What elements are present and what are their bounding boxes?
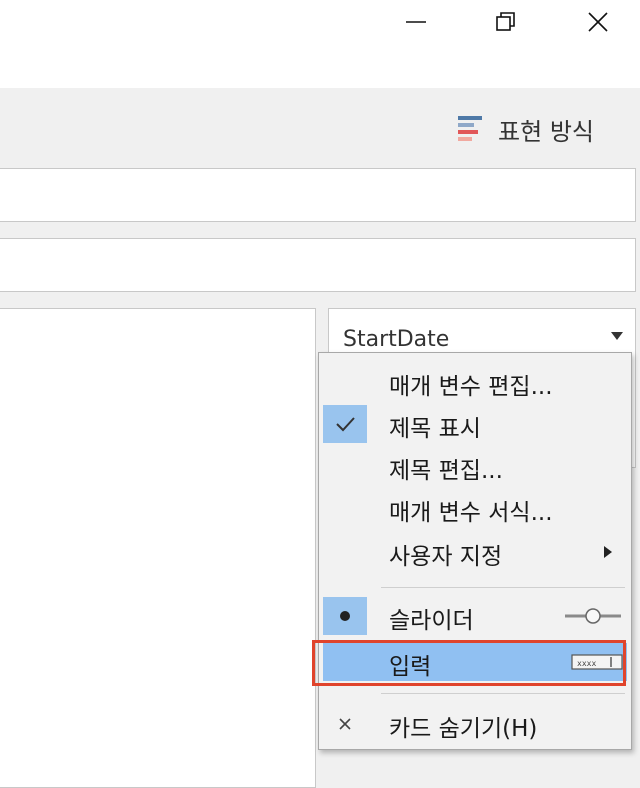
menu-item-slider[interactable]: 슬라이더 (323, 597, 627, 635)
close-icon (339, 718, 351, 730)
menu-check-area (323, 533, 367, 571)
menu-item-label: 입력 (389, 654, 432, 680)
close-button[interactable] (578, 8, 618, 36)
menu-item-label: 슬라이더 (389, 608, 474, 634)
menu-item-label: 제목 표시 (389, 416, 481, 442)
view-canvas[interactable] (0, 308, 316, 788)
menu-item-label: 제목 편집... (389, 458, 503, 484)
submenu-arrow-icon (604, 546, 612, 558)
menu-item-label: 사용자 지정 (389, 544, 503, 570)
restore-button[interactable] (486, 8, 526, 36)
menu-check-area (323, 643, 367, 681)
restore-icon (496, 12, 515, 31)
menu-item-format-parameter[interactable]: 매개 변수 서식... (323, 489, 627, 527)
menu-check-area (323, 405, 367, 443)
menu-item-type-in[interactable]: 입력 xxxx (323, 643, 627, 681)
show-me-icon (458, 116, 483, 141)
menu-separator (381, 587, 625, 588)
card-dropdown-button[interactable] (599, 319, 635, 353)
minimize-button[interactable] (396, 8, 436, 36)
menu-check-area (323, 705, 367, 743)
dropdown-arrow-icon (611, 332, 623, 340)
toolbar: 표현 방식 (0, 88, 640, 168)
minimize-icon (406, 21, 426, 23)
radio-dot-icon (340, 611, 350, 621)
menu-item-edit-title[interactable]: 제목 편집... (323, 447, 627, 485)
context-menu: 매개 변수 편집... 제목 표시 제목 편집... 매개 변수 서식... 사… (318, 352, 632, 750)
rows-shelf[interactable] (0, 238, 636, 292)
menu-item-edit-parameter[interactable]: 매개 변수 편집... (323, 363, 627, 401)
menu-item-label: 매개 변수 편집... (389, 374, 553, 400)
type-in-icon: xxxx (571, 654, 623, 670)
close-icon (588, 12, 608, 32)
menu-item-label: 카드 숨기기(H) (389, 716, 538, 742)
menu-item-hide-card[interactable]: 카드 숨기기(H) (323, 705, 627, 743)
window-titlebar (0, 0, 640, 88)
checkmark-icon (336, 417, 355, 432)
parameter-card-title: StartDate (343, 327, 450, 352)
menu-check-area (323, 489, 367, 527)
menu-item-show-title[interactable]: 제목 표시 (323, 405, 627, 443)
menu-check-area (323, 597, 367, 635)
svg-text:xxxx: xxxx (577, 659, 596, 668)
show-me-label: 표현 방식 (498, 117, 594, 146)
menu-separator (381, 693, 625, 694)
menu-item-label: 매개 변수 서식... (389, 500, 553, 526)
menu-check-area (323, 363, 367, 401)
menu-item-customize[interactable]: 사용자 지정 (323, 533, 627, 571)
slider-icon (565, 608, 621, 624)
show-me-button[interactable]: 표현 방식 (456, 114, 594, 146)
menu-check-area (323, 447, 367, 485)
columns-shelf[interactable] (0, 168, 636, 222)
